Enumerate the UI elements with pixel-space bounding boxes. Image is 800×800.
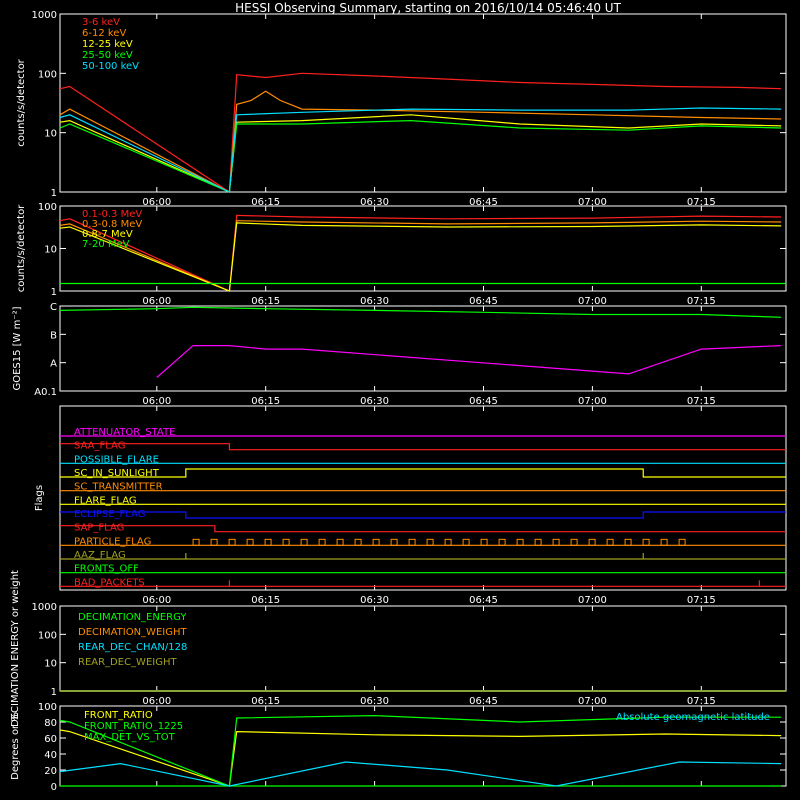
- y-tick-label: 100: [38, 69, 57, 80]
- x-tick-label: 07:00: [578, 696, 607, 707]
- x-tick-label: 06:45: [469, 696, 498, 707]
- x-tick-label: 06:15: [251, 595, 280, 606]
- y-tick-label: 40: [44, 750, 57, 761]
- x-tick-label: 06:45: [469, 296, 498, 307]
- y-tick-label: 80: [44, 718, 57, 729]
- x-tick-label: 06:45: [469, 396, 498, 407]
- legend-entry: 50-100 keV: [82, 61, 139, 72]
- y-tick-label: 1000: [32, 10, 57, 21]
- x-tick-label: 07:00: [578, 396, 607, 407]
- legend-entry: DECIMATION_ENERGY: [78, 612, 187, 623]
- x-tick-label: 06:15: [251, 696, 280, 707]
- y-axis-label: counts/s/detector: [16, 58, 27, 146]
- x-tick-label: 07:15: [687, 396, 716, 407]
- legend-entry: 7-20 MeV: [82, 239, 130, 250]
- y-tick-label: 1: [51, 188, 57, 199]
- y-tick-label: 0: [51, 782, 57, 793]
- y-tick-label: 10: [44, 659, 57, 670]
- y-tick-label: 10: [44, 245, 57, 256]
- y-axis-label: counts/s/detector: [16, 204, 27, 292]
- flag-label: SAP_FLAG: [74, 523, 124, 534]
- hessi-summary-chart: HESSI Observing Summary, starting on 201…: [0, 0, 800, 800]
- y-tick-label: 100: [38, 630, 57, 641]
- legend-entry: DECIMATION_WEIGHT: [78, 627, 187, 638]
- x-tick-label: 07:00: [578, 296, 607, 307]
- legend-entry: REAR_DEC_CHAN/128: [78, 642, 187, 653]
- chart-title: HESSI Observing Summary, starting on 201…: [235, 1, 621, 15]
- y-tick-label: 1000: [32, 602, 57, 613]
- y-tick-label: A: [50, 359, 57, 370]
- legend-entry: 12-25 keV: [82, 39, 133, 50]
- y-tick-label: 10: [44, 129, 57, 140]
- y-tick-label: 100: [38, 202, 57, 213]
- y-axis-label: DECIMATION ENERGY or weight: [10, 570, 21, 727]
- y-tick-label: 60: [44, 734, 57, 745]
- legend-entry: 25-50 keV: [82, 50, 133, 61]
- x-tick-label: 07:15: [687, 595, 716, 606]
- x-tick-label: 06:45: [469, 595, 498, 606]
- y-tick-label: A0.1: [34, 387, 57, 398]
- flag-label: SAA_FLAG: [74, 441, 125, 452]
- legend-entry: MAX_DET_VS_TOT: [84, 732, 176, 743]
- legend-entry: 6-12 keV: [82, 28, 126, 39]
- y-tick-label: 1: [51, 687, 57, 698]
- legend-entry: 3-6 keV: [82, 17, 120, 28]
- x-tick-label: 06:00: [142, 595, 171, 606]
- legend-entry: REAR_DEC_WEIGHT: [78, 657, 177, 668]
- x-tick-label: 06:30: [360, 696, 389, 707]
- x-tick-label: 06:15: [251, 396, 280, 407]
- legend-entry: FRONT_RATIO_1225: [84, 721, 183, 732]
- y-axis-label: Flags: [34, 485, 45, 511]
- y-tick-label: 1: [51, 287, 57, 298]
- x-tick-label: 07:15: [687, 296, 716, 307]
- x-tick-label: 06:00: [142, 696, 171, 707]
- x-tick-label: 06:30: [360, 595, 389, 606]
- y-tick-label: 20: [44, 766, 57, 777]
- x-tick-label: 06:00: [142, 396, 171, 407]
- y-axis-label: Degrees or %: [10, 712, 21, 780]
- y-axis-label: GOES15 [W m⁻²]: [12, 306, 23, 390]
- legend-entry: FRONT_RATIO: [84, 710, 153, 721]
- x-tick-label: 06:15: [251, 296, 280, 307]
- y-tick-label: C: [50, 302, 57, 313]
- x-tick-label: 07:00: [578, 595, 607, 606]
- y-tick-label: B: [50, 330, 57, 341]
- annotation-label: Absolute geomagnetic latitude: [616, 712, 770, 723]
- x-tick-label: 06:00: [142, 296, 171, 307]
- y-tick-label: 100: [38, 702, 57, 713]
- x-tick-label: 07:15: [687, 696, 716, 707]
- x-tick-label: 06:30: [360, 296, 389, 307]
- flag-label: ECLIPSE_FLAG: [74, 509, 145, 520]
- x-tick-label: 06:30: [360, 396, 389, 407]
